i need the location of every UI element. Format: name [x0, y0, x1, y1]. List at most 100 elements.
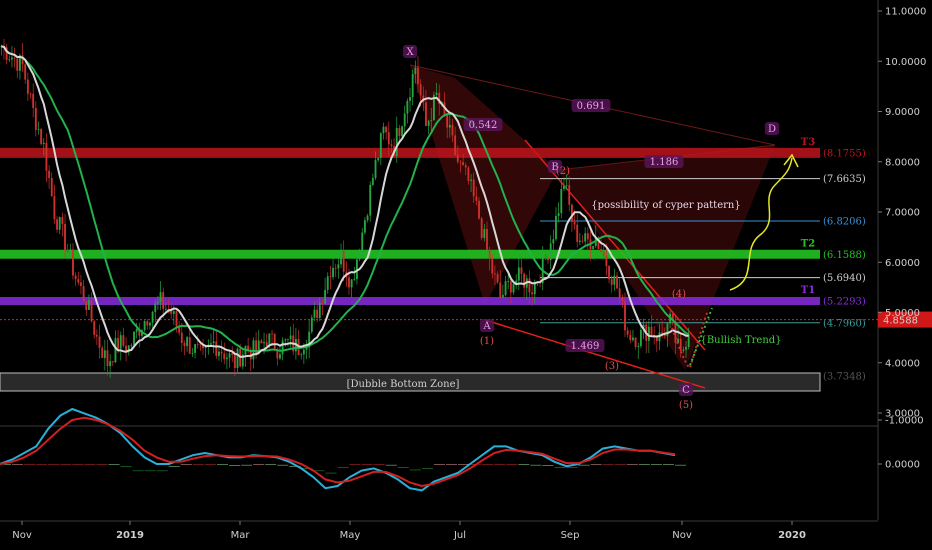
macd-histogram-bar [494, 464, 506, 465]
candle [194, 344, 196, 353]
macd-histogram-bar [482, 464, 494, 465]
y-tick-label: 9.0000 [885, 107, 920, 118]
candle [557, 213, 560, 216]
candle [162, 292, 165, 309]
candle [650, 326, 653, 336]
point-a: A [482, 321, 491, 332]
candle [40, 129, 43, 144]
candle [401, 126, 403, 137]
candle [610, 279, 613, 285]
candle [334, 268, 337, 269]
candle [318, 302, 321, 319]
candle [199, 344, 202, 346]
candle [409, 97, 411, 101]
candle [271, 333, 273, 335]
candle [101, 347, 104, 359]
macd-histogram-bar [120, 466, 132, 467]
candle [592, 245, 595, 250]
candle [72, 249, 74, 276]
candle [85, 301, 88, 310]
candle [287, 339, 289, 340]
level-value: (7.6635) [823, 174, 866, 185]
macd-histogram-bar [216, 464, 229, 465]
candle [563, 186, 565, 189]
candle [196, 344, 199, 345]
macd-histogram-bar [458, 464, 470, 465]
candle [478, 200, 480, 219]
candle [34, 107, 37, 130]
level-value: (3.7348) [823, 372, 866, 383]
candle [528, 278, 531, 293]
candle [475, 196, 478, 201]
candle [544, 256, 547, 259]
candle [93, 321, 96, 335]
candle [284, 339, 287, 341]
macd-histogram-bar [24, 464, 36, 465]
candle [98, 336, 101, 348]
ratio-0691: 0.691 [577, 101, 606, 112]
candle [459, 161, 462, 163]
candle [53, 195, 56, 220]
candle [382, 126, 385, 134]
candle [679, 338, 682, 351]
macd-histogram-bar [12, 464, 24, 465]
candle [130, 344, 133, 346]
level-label: T3 [801, 137, 815, 148]
wave-2: (2) [556, 166, 570, 177]
candle [77, 279, 80, 283]
macd-histogram-bar [638, 464, 650, 465]
candle [371, 177, 374, 185]
candle [584, 233, 587, 242]
candle [379, 133, 382, 158]
candle [363, 220, 366, 233]
x-tick-label: Nov [12, 530, 32, 541]
candle [231, 353, 234, 355]
candle [488, 249, 491, 259]
candle [361, 232, 364, 254]
bullish-trend-text: {Bullish Trend} [700, 335, 781, 346]
x-tick-label: Jul [453, 530, 466, 541]
candle [50, 177, 53, 196]
candle [56, 219, 58, 230]
candle [180, 332, 183, 343]
candle [133, 331, 135, 345]
y-tick-label: 4.0000 [885, 358, 920, 369]
candle [61, 217, 64, 224]
x-tick-label: Nov [672, 530, 692, 541]
candle [578, 240, 581, 242]
candle [273, 333, 276, 351]
ratio-1469: 1.469 [571, 341, 600, 352]
candle [29, 93, 32, 95]
candle [377, 157, 380, 161]
candle [337, 264, 340, 269]
candle [446, 115, 449, 128]
macd-histogram-bar [144, 470, 156, 472]
candle [321, 302, 324, 304]
point-d: D [768, 124, 776, 135]
candle [210, 343, 212, 345]
macd-histogram-bar [36, 464, 48, 465]
macd-histogram-bar [542, 465, 554, 466]
candle [87, 300, 90, 310]
candle [454, 135, 457, 155]
macd-histogram-bar [650, 464, 662, 465]
level-label: T2 [801, 238, 815, 249]
candle [586, 233, 589, 240]
candle [483, 228, 486, 238]
candle [95, 334, 98, 337]
candle [66, 250, 69, 253]
candle [143, 321, 146, 331]
ratio-0542: 0.542 [469, 120, 498, 131]
candle [218, 351, 220, 356]
candle [634, 337, 637, 347]
candle [225, 357, 228, 360]
price-chart[interactable]: (8.1755) T3 (7.6635) (6.8206) (6.1588) T2 (5.6… [0, 0, 932, 550]
candle [605, 255, 608, 267]
candle [80, 282, 82, 287]
candle [395, 128, 398, 157]
macd-histogram-bar [421, 468, 433, 469]
candle [470, 179, 472, 181]
macd-histogram-bar [397, 467, 409, 468]
macd-histogram-bar [409, 469, 421, 471]
candle [632, 337, 634, 341]
